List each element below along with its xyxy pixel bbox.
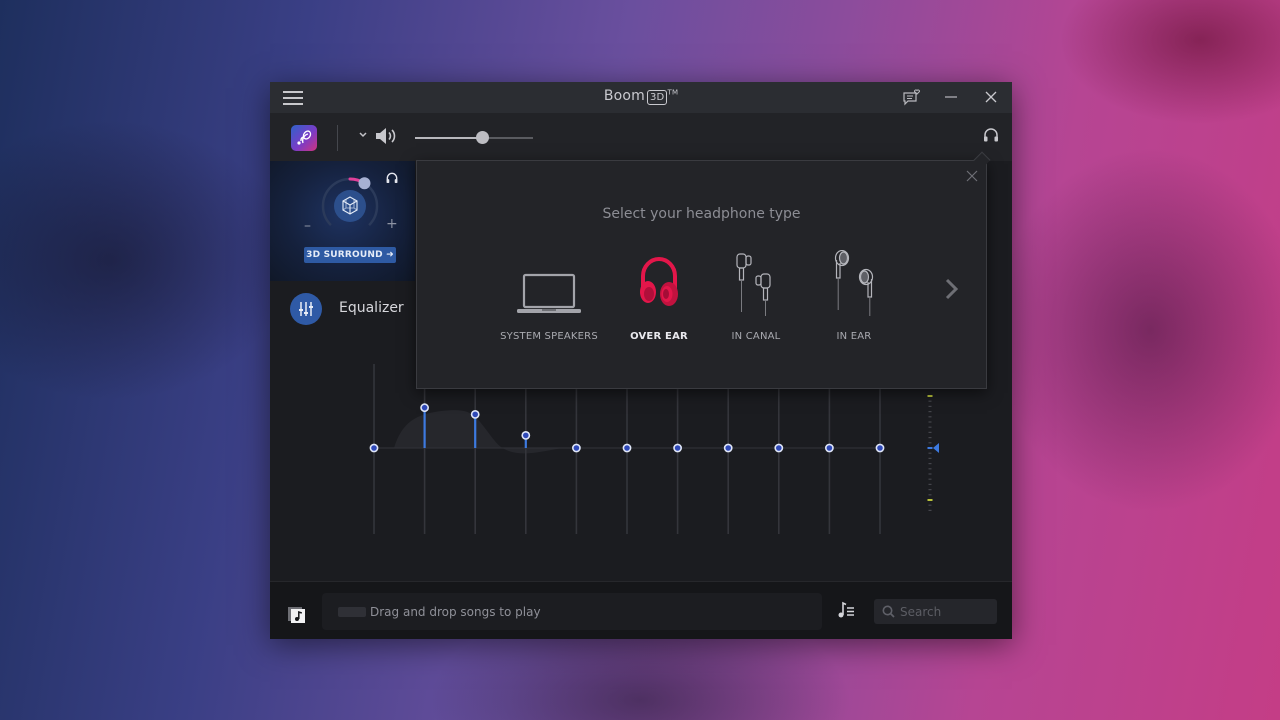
- 3d-surround-button[interactable]: 3D SURROUND ➜: [304, 247, 396, 263]
- minimize-icon: [945, 96, 957, 98]
- surround-increase[interactable]: +: [386, 216, 398, 232]
- title-bar: Boom 3D TM: [270, 82, 1012, 113]
- option-over-ear[interactable]: OVER EAR: [604, 246, 714, 346]
- popup-close-button[interactable]: [966, 167, 978, 186]
- surround-decrease[interactable]: –: [304, 218, 311, 234]
- feedback-button[interactable]: [901, 87, 923, 107]
- volume-slider[interactable]: [415, 131, 533, 145]
- option-in-canal[interactable]: IN CANAL: [701, 246, 811, 346]
- chat-heart-icon: [903, 89, 920, 106]
- surround-dial-handle[interactable]: [358, 177, 371, 190]
- eq-band-handle[interactable]: [875, 443, 885, 453]
- eq-response-curve: [394, 410, 577, 454]
- equalizer-sliders-icon: [299, 302, 313, 316]
- preamp-handle-icon[interactable]: [933, 443, 939, 453]
- option-label: IN EAR: [836, 331, 872, 342]
- eq-band-handle[interactable]: [571, 443, 581, 453]
- close-icon: [985, 91, 997, 103]
- player-footer: Drag and drop songs to play: [270, 581, 1012, 639]
- eq-band-handle[interactable]: [470, 410, 480, 419]
- surround-panel: – + 3D SURROUND ➜: [270, 161, 415, 281]
- trademark: TM: [667, 88, 679, 97]
- close-icon: [966, 170, 978, 182]
- chevron-down-icon: [359, 132, 367, 138]
- app-title-badge: 3D: [647, 90, 668, 105]
- option-in-ear[interactable]: IN EAR: [799, 246, 909, 346]
- eq-band-handle[interactable]: [774, 443, 784, 453]
- surround-intensity-knob[interactable]: [318, 174, 382, 238]
- search-icon: [882, 605, 895, 618]
- eq-band-handle[interactable]: [723, 443, 733, 453]
- in-canal-earphones-icon: [736, 253, 771, 316]
- music-library-button[interactable]: [287, 604, 307, 628]
- option-system-speakers[interactable]: SYSTEM SPEAKERS: [494, 246, 604, 346]
- laptop-icon: [517, 273, 581, 313]
- eq-band-handle[interactable]: [825, 443, 834, 453]
- playlist-icon: [838, 601, 854, 618]
- boom-logo-icon: [297, 130, 312, 145]
- search-box[interactable]: [874, 599, 997, 624]
- eq-band-handle[interactable]: [369, 443, 379, 453]
- option-label: IN CANAL: [731, 331, 781, 342]
- search-input[interactable]: [900, 604, 990, 619]
- volume-dropdown-button[interactable]: [358, 129, 368, 142]
- option-label: SYSTEM SPEAKERS: [500, 331, 598, 342]
- option-label: OVER EAR: [630, 331, 688, 342]
- popup-title: Select your headphone type: [602, 206, 801, 222]
- eq-band-handle[interactable]: [521, 431, 531, 440]
- close-button[interactable]: [980, 87, 1002, 107]
- playlist-button[interactable]: [836, 600, 856, 624]
- in-ear-earbuds-icon: [834, 250, 874, 316]
- app-title-text: Boom: [603, 88, 645, 104]
- volume-slider-handle[interactable]: [476, 131, 490, 144]
- toolbar-divider: [337, 125, 338, 151]
- eq-band-handle[interactable]: [673, 443, 682, 453]
- headphone-type-button[interactable]: [982, 126, 1000, 148]
- boom-app-logo[interactable]: [291, 125, 317, 151]
- equalizer-label: Equalizer: [339, 300, 404, 316]
- over-ear-headphones-icon: [640, 257, 678, 306]
- next-options-button[interactable]: [944, 278, 960, 304]
- chevron-right-icon: [945, 278, 959, 300]
- volume-fill: [415, 137, 483, 139]
- speaker-volume-icon: [376, 128, 396, 144]
- headphones-icon: [386, 172, 398, 184]
- drop-zone-placeholder-art: [338, 606, 366, 617]
- eq-band-handle[interactable]: [622, 443, 632, 453]
- drop-zone-text: Drag and drop songs to play: [370, 604, 541, 619]
- eq-band-handle[interactable]: [420, 403, 429, 413]
- music-note-icon: [288, 607, 305, 623]
- headphones-icon: [984, 128, 998, 142]
- surround-dial: [321, 177, 379, 226]
- minimize-button[interactable]: [940, 87, 962, 107]
- toolbar: [270, 113, 1012, 161]
- headphone-type-popup: Select your headphone type SYSTEM SPEAKE…: [416, 151, 991, 389]
- drop-zone[interactable]: Drag and drop songs to play: [322, 593, 822, 630]
- mute-button[interactable]: [374, 126, 398, 150]
- equalizer-toggle[interactable]: [290, 293, 322, 325]
